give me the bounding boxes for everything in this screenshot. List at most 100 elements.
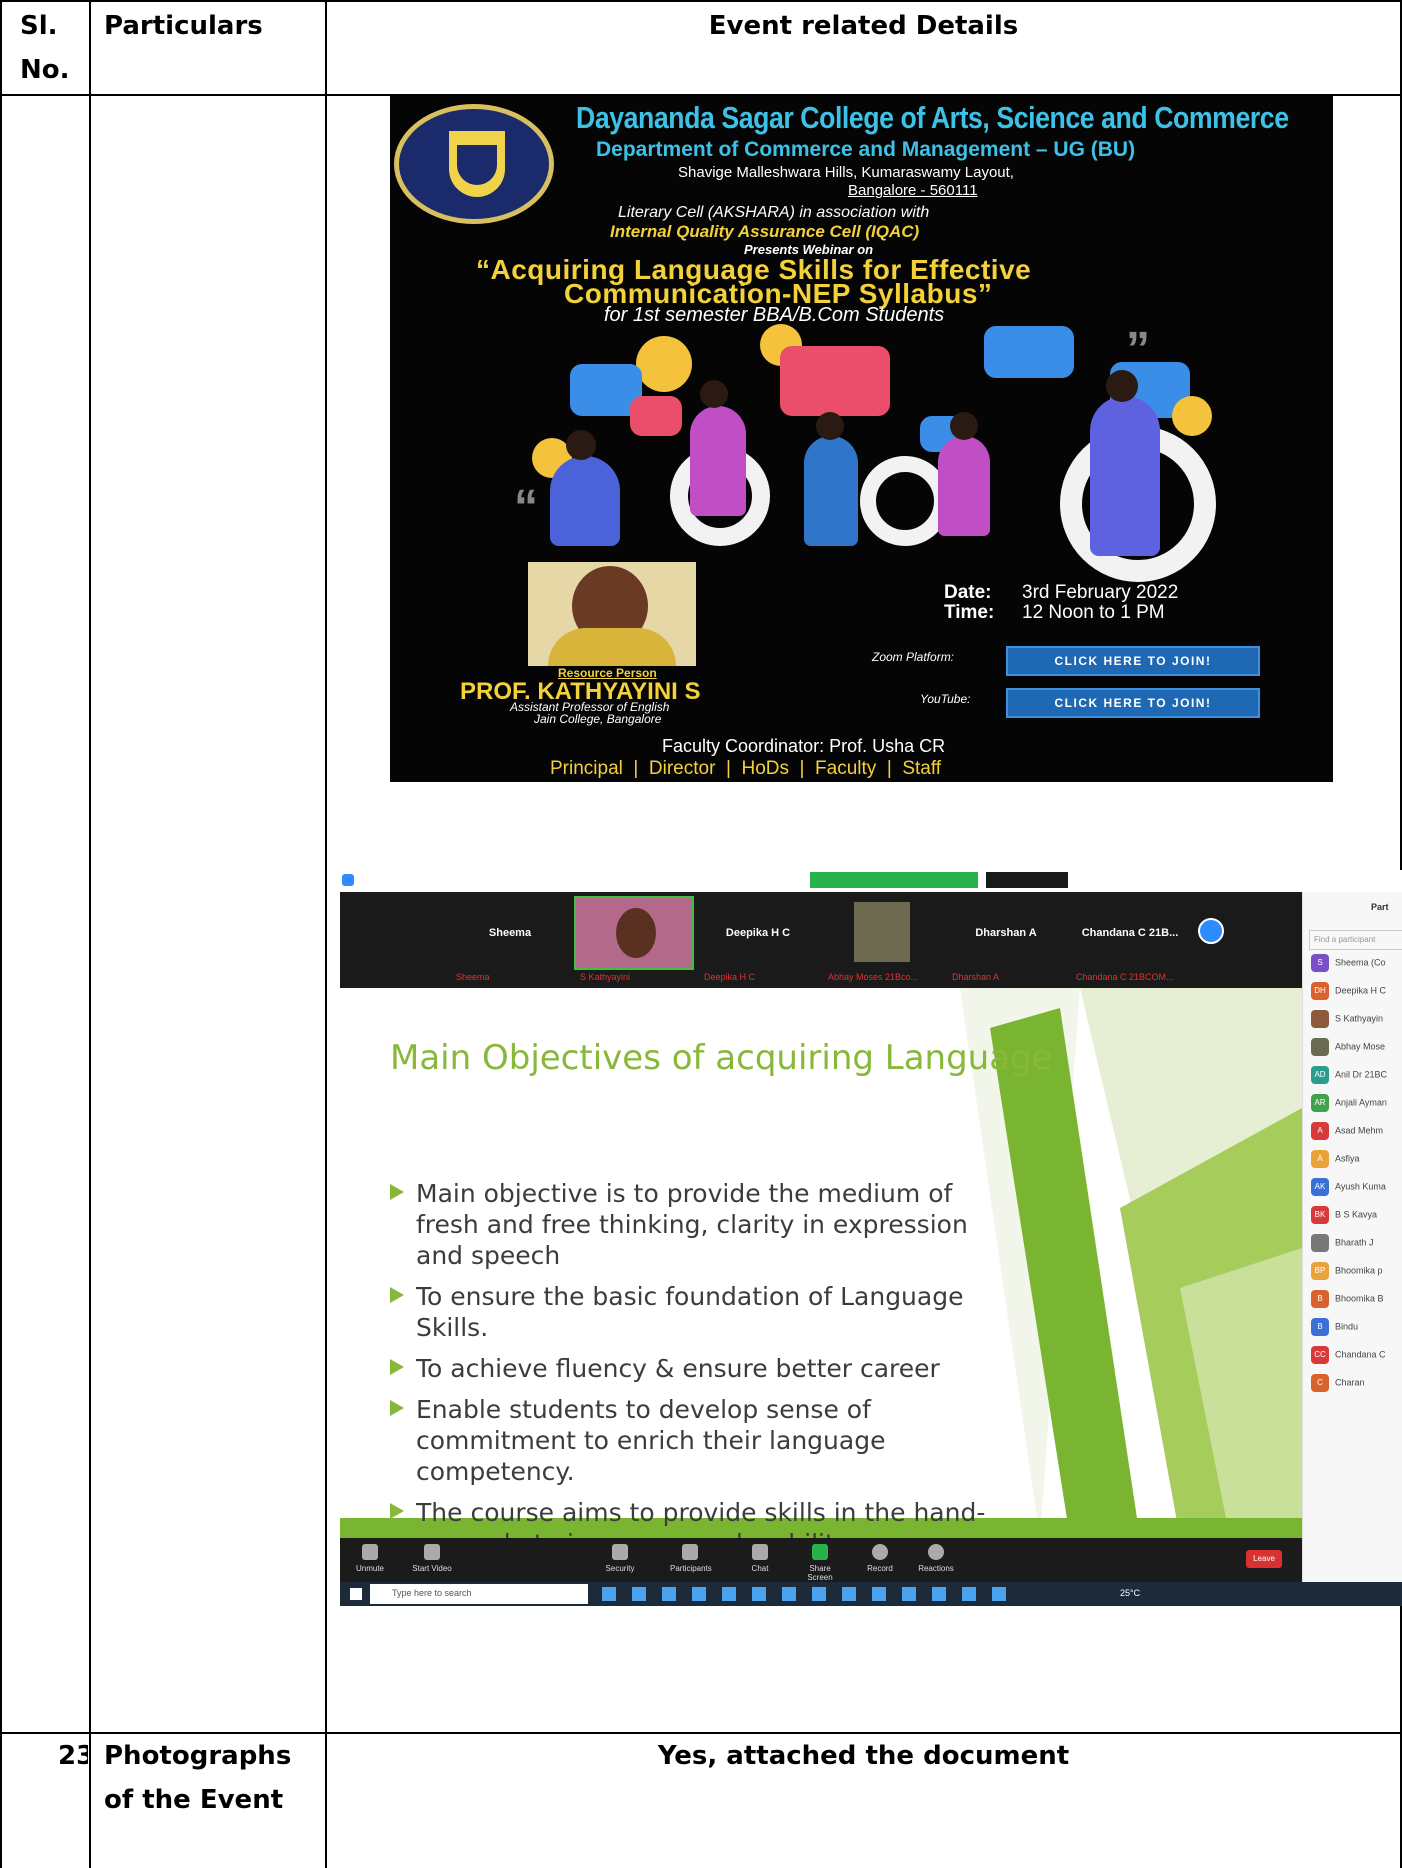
participant-list-item[interactable]: DH Deepika H C — [1311, 982, 1386, 1002]
slide-bullet: To ensure the basic foundation of Langua… — [390, 1281, 1010, 1343]
participant-avatar — [1311, 1010, 1329, 1028]
participant-list-item[interactable]: A Asfiya — [1311, 1150, 1360, 1170]
video-tile-label: Chandana C 21BCOM... — [1076, 972, 1174, 982]
participant-name: Charan — [1335, 1377, 1365, 1388]
participant-list-item[interactable]: AD Anil Dr 21BC — [1311, 1066, 1387, 1086]
participant-list-item[interactable]: C Charan — [1311, 1374, 1365, 1394]
participant-avatar: AK — [1311, 1178, 1329, 1196]
participant-list-item[interactable]: AK Ayush Kuma — [1311, 1178, 1386, 1198]
participant-name: Chandana C — [1335, 1349, 1386, 1360]
video-tile[interactable]: Dharshan A — [946, 896, 1066, 970]
participant-list-item[interactable]: AR Anjali Ayman — [1311, 1094, 1387, 1114]
windows-taskbar: Type here to search 25°C — [340, 1582, 1402, 1606]
header-particulars: Particulars — [104, 11, 263, 41]
participant-name: Asad Mehm — [1335, 1125, 1384, 1136]
leave-button[interactable]: Leave — [1246, 1550, 1282, 1568]
slide-bullet: The course aims to provide skills in the… — [390, 1497, 1010, 1538]
participant-avatar: AR — [1311, 1094, 1329, 1112]
participant-list-item[interactable]: CC Chandana C — [1311, 1346, 1386, 1366]
poster-literary-cell: Literary Cell (AKSHARA) in association w… — [618, 204, 930, 221]
video-tile[interactable]: Chandana C 21B... — [1070, 896, 1190, 970]
share-screen-button[interactable]: Share Screen — [800, 1544, 840, 1582]
participant-list-item[interactable]: Abhay Mose — [1311, 1038, 1385, 1058]
poster-department: Department of Commerce and Management – … — [596, 138, 1136, 161]
table-border-left — [0, 0, 2, 1868]
video-tile[interactable] — [822, 896, 942, 970]
video-tile-label: S Kathyayini — [580, 972, 631, 982]
participant-list-item[interactable]: S Kathyayin — [1311, 1010, 1383, 1030]
poster-address-2: Bangalore - 560111 — [848, 182, 978, 199]
participant-name: Anil Dr 21BC — [1335, 1069, 1388, 1080]
reactions-button[interactable]: Reactions — [916, 1544, 956, 1573]
participant-name: S Kathyayin — [1335, 1013, 1384, 1024]
slide-bullet: Main objective is to provide the medium … — [390, 1178, 1010, 1271]
taskbar-app-icons — [602, 1587, 1022, 1601]
video-tile-label: Deepika H C — [704, 972, 756, 982]
video-tile-speaker[interactable] — [574, 896, 694, 970]
share-screen-icon — [812, 1544, 828, 1560]
poster-time-value: 12 Noon to 1 PM — [1022, 602, 1165, 623]
participant-avatar: CC — [1311, 1346, 1329, 1364]
record-button[interactable]: Record — [860, 1544, 900, 1573]
participant-name: Bhoomika B — [1335, 1293, 1384, 1304]
participant-name: Bharath J — [1335, 1237, 1374, 1248]
poster-date-value: 3rd February 2022 — [1022, 582, 1179, 603]
slide-bullet: To achieve fluency & ensure better caree… — [390, 1353, 1010, 1384]
security-button[interactable]: Security — [600, 1544, 640, 1573]
chat-button[interactable]: Chat — [740, 1544, 780, 1573]
participant-list-item[interactable]: S Sheema (Co — [1311, 954, 1386, 974]
video-tile[interactable]: Sheema — [450, 896, 570, 970]
college-crest-logo — [394, 104, 554, 224]
participant-name: Asfiya — [1335, 1153, 1360, 1164]
poster-date-label: Date: — [944, 582, 992, 603]
poster-zoom-label: Zoom Platform: — [872, 650, 955, 664]
participant-list-item[interactable]: BK B S Kavya — [1311, 1206, 1377, 1226]
windows-start-icon[interactable] — [350, 1588, 362, 1600]
zoom-join-button[interactable]: CLICK HERE TO JOIN! — [1006, 646, 1260, 676]
unmute-button[interactable]: Unmute — [350, 1544, 390, 1573]
participant-list-item[interactable]: A Asad Mehm — [1311, 1122, 1383, 1142]
youtube-join-button[interactable]: CLICK HERE TO JOIN! — [1006, 688, 1260, 718]
bullet-arrow-icon — [390, 1359, 404, 1375]
poster-audience: for 1st semester BBA/B.Com Students — [604, 304, 945, 326]
video-tile[interactable]: Deepika H C — [698, 896, 818, 970]
poster-youtube-label: YouTube: — [920, 692, 971, 706]
participant-list-item[interactable]: Bharath J — [1311, 1234, 1374, 1254]
participant-name: Bindu — [1335, 1321, 1359, 1332]
video-tile-label: Abhay Moses 21Bco... — [828, 972, 919, 982]
zoom-title-bar — [340, 870, 1402, 892]
participant-name: Anjali Ayman — [1335, 1097, 1387, 1108]
resource-person-photo — [528, 562, 696, 666]
shared-slide: Main Objectives of acquiring Language Ma… — [340, 988, 1302, 1538]
poster-footer: Principal | Director | HoDs | Faculty | … — [550, 758, 942, 779]
participant-list-item[interactable]: B Bindu — [1311, 1318, 1358, 1338]
next-page-icon[interactable] — [1198, 918, 1224, 944]
table-border-col1 — [89, 0, 91, 1868]
poster-college-name: Dayananda Sagar College of Arts, Science… — [576, 100, 1289, 135]
video-camera-icon — [424, 1544, 440, 1560]
participant-avatar: A — [1311, 1122, 1329, 1140]
row-details: Yes, attached the document — [657, 1741, 1070, 1771]
start-video-button[interactable]: Start Video — [412, 1544, 452, 1573]
taskbar-search-box[interactable]: Type here to search — [370, 1584, 588, 1604]
participant-avatar: B — [1311, 1318, 1329, 1336]
participant-avatar: AD — [1311, 1066, 1329, 1084]
row-sl-no: 23 — [58, 1741, 88, 1771]
participants-panel-title: Part — [1371, 902, 1389, 912]
participant-list-item[interactable]: BP Bhoomika p — [1311, 1262, 1383, 1282]
participant-search-input[interactable]: Find a participant — [1309, 930, 1402, 950]
participant-video-strip: Sheema Sheema S Kathyayini Deepika H C D… — [340, 892, 1302, 988]
slide-bullet: Enable students to develop sense of comm… — [390, 1394, 1010, 1487]
participant-avatar — [1311, 1038, 1329, 1056]
table-border-col2 — [325, 0, 327, 1868]
participant-name: Bhoomika p — [1335, 1265, 1383, 1276]
participant-avatar: A — [1311, 1150, 1329, 1168]
participant-name: B S Kavya — [1335, 1209, 1378, 1220]
shield-icon — [612, 1544, 628, 1560]
table-border-top — [0, 0, 1402, 2]
slide-bullet-list: Main objective is to provide the medium … — [390, 1178, 1010, 1538]
header-event-details: Event related Details — [708, 11, 1019, 41]
participant-list-item[interactable]: B Bhoomika B — [1311, 1290, 1384, 1310]
taskbar-search-placeholder: Type here to search — [392, 1588, 472, 1598]
participants-button[interactable]: Participants — [670, 1544, 712, 1573]
